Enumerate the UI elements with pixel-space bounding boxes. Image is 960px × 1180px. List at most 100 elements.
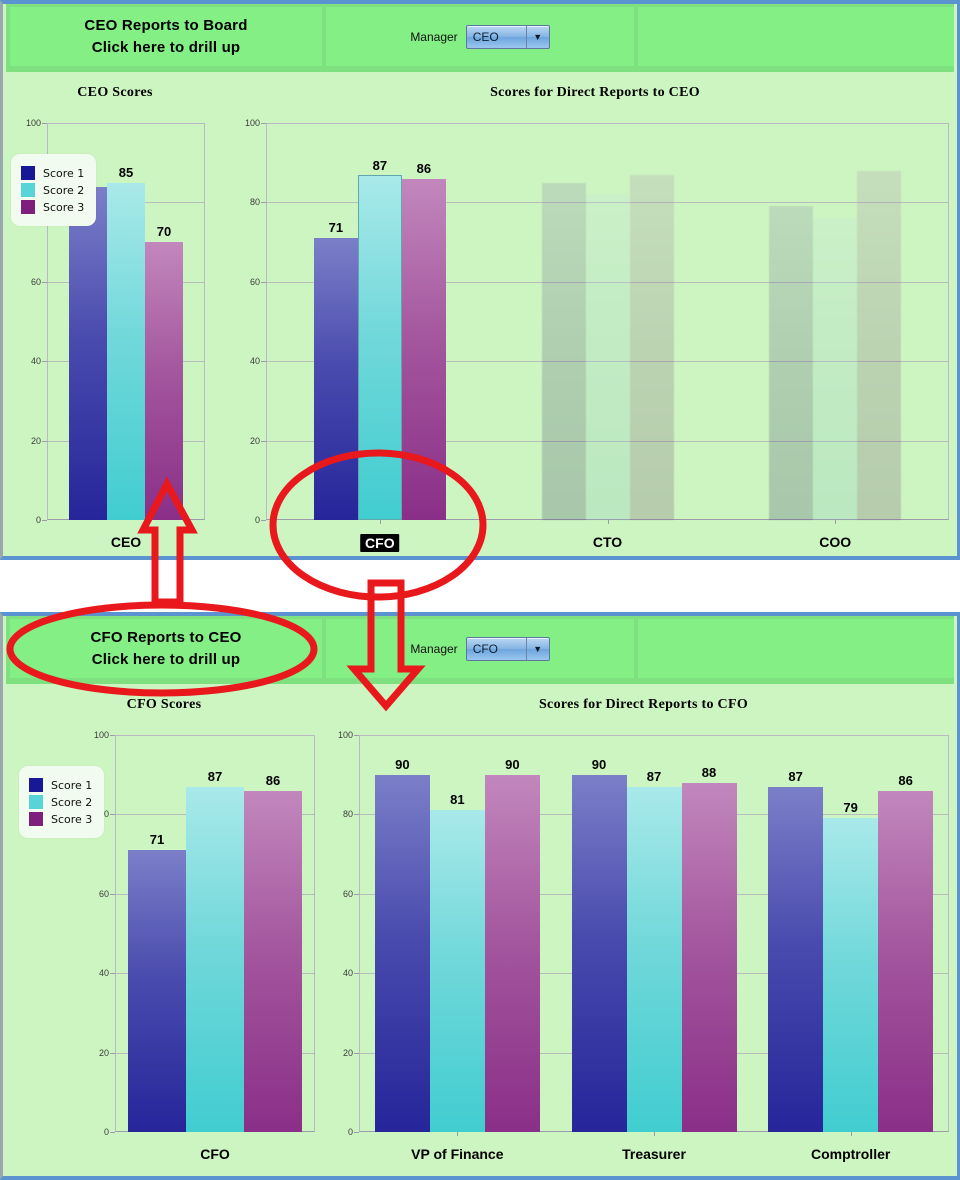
x-axis-label-treasurer[interactable]: Treasurer: [622, 1146, 686, 1162]
y-axis-tick-label: 0: [254, 515, 260, 525]
chevron-down-icon[interactable]: ▼: [525, 637, 549, 660]
y-axis-tick-label: 0: [347, 1127, 353, 1137]
y-axis-tick-label: 100: [244, 118, 260, 128]
y-axis-tick-label: 60: [98, 888, 109, 899]
x-axis-tick: [835, 520, 837, 524]
drill-up-ceo-button[interactable]: CEO Reports to Board Click here to drill…: [10, 7, 322, 66]
y-axis-tick-label: 40: [342, 968, 353, 979]
legend-item-label: Score 2: [51, 795, 93, 809]
panel-direct-reports-cfo: Scores for Direct Reports to CFO 0 20 40 60…: [331, 690, 956, 1176]
bar-ceo-score-2[interactable]: 85: [107, 165, 145, 520]
y-axis-tick-mark: [354, 1132, 359, 1133]
header-spacer-ceo: [638, 7, 954, 66]
legend-item-label: Score 2: [43, 183, 85, 197]
y-axis-tick-mark: [261, 281, 266, 283]
manager-filter-ceo: Manager CEO ▼: [326, 7, 634, 66]
y-axis-tick-mark: [354, 735, 359, 736]
manager-select-cfo[interactable]: CFO ▼: [465, 636, 550, 661]
legend-item-3: Score 3: [21, 200, 84, 214]
bar-treasurer-score-1[interactable]: 90: [571, 757, 627, 1132]
y-axis-tick-label: 40: [98, 968, 109, 979]
bar-coo-score-1[interactable]: [769, 206, 814, 520]
x-axis-label-cfo[interactable]: CFO: [200, 1146, 230, 1162]
y-axis-tick-label: 20: [30, 435, 41, 446]
y-axis-tick-label: 100: [93, 730, 109, 740]
chart-cfo-scores: 020406080100718786CFO: [94, 730, 315, 1162]
x-axis-tick: [457, 1132, 459, 1136]
bar-value-label: 79: [843, 800, 858, 816]
panel-direct-reports-ceo: Scores for Direct Reports to CEO 0 20 40 60…: [234, 78, 956, 556]
y-axis-tick-label: 60: [249, 276, 260, 287]
x-axis-label-ceo[interactable]: CEO: [111, 534, 141, 550]
bar-cfo-score-2[interactable]: 87: [186, 769, 244, 1132]
bar-vp-of-finance-score-1[interactable]: 90: [374, 757, 430, 1132]
bar-cfo-score-2[interactable]: 87: [357, 158, 402, 520]
y-axis-tick-label: 20: [342, 1047, 353, 1058]
y-axis-tick-label: 20: [98, 1047, 109, 1058]
y-axis-tick-label: 0: [103, 1127, 109, 1137]
bar-comptroller-score-1[interactable]: 87: [768, 769, 824, 1132]
panel-direct-reports-cfo-title: Scores for Direct Reports to CFO: [538, 697, 749, 712]
chevron-down-icon[interactable]: ▼: [525, 25, 549, 48]
bar-cto-score-3[interactable]: [629, 174, 674, 520]
manager-label-ceo: Manager: [410, 29, 458, 44]
x-axis-tick: [654, 1132, 655, 1136]
bar-vp-of-finance-score-2[interactable]: 81: [429, 792, 485, 1132]
bar-vp-of-finance-score-3[interactable]: 90: [484, 757, 540, 1132]
y-axis-tick-mark: [354, 893, 359, 895]
bar-treasurer-score-3[interactable]: 88: [681, 765, 737, 1132]
drill-up-cfo-button[interactable]: CFO Reports to CEO Click here to drill u…: [10, 619, 322, 678]
y-axis-tick-label: 80: [249, 197, 260, 208]
bar-cto-score-1[interactable]: [541, 182, 586, 520]
bar-treasurer-score-2[interactable]: 87: [626, 769, 682, 1132]
bar-coo-score-3[interactable]: [857, 170, 902, 520]
legend-cfo-scores: Score 1 Score 2 Score 3: [19, 766, 105, 838]
bar-value-label: 86: [898, 772, 913, 788]
bar-cfo-score-1[interactable]: 71: [313, 220, 358, 520]
y-axis-tick-mark: [110, 814, 115, 816]
bar-value-label: 85: [118, 164, 134, 180]
manager-select-ceo[interactable]: CEO ▼: [465, 24, 550, 49]
y-axis-tick-mark: [354, 814, 359, 816]
y-axis-tick-mark: [354, 1052, 359, 1054]
drill-up-ceo-title: CEO Reports to Board Click here to drill…: [84, 15, 247, 59]
bar-cfo-score-3[interactable]: 86: [244, 773, 302, 1132]
bar-cto-score-2[interactable]: [585, 194, 630, 520]
y-axis-tick-label: 100: [25, 118, 41, 128]
x-axis-label-vp-of-finance[interactable]: VP of Finance: [411, 1146, 503, 1162]
y-axis-tick-label: 20: [249, 435, 260, 446]
y-axis-tick-mark: [261, 202, 266, 204]
y-axis-tick-mark: [42, 361, 47, 363]
drill-up-cfo-line2: Click here to drill up: [91, 650, 241, 668]
y-axis-tick-mark: [261, 440, 266, 442]
y-axis-tick-mark: [110, 893, 115, 895]
bar-coo-score-2[interactable]: [813, 218, 858, 520]
x-axis-tick: [850, 1132, 852, 1136]
bar-ceo-score-1[interactable]: 84: [69, 169, 107, 520]
manager-select-cfo-value: CFO: [472, 641, 499, 656]
x-axis-label-cto[interactable]: CTO: [593, 534, 622, 550]
bar-value-label: 70: [156, 224, 172, 240]
x-axis-label-coo[interactable]: COO: [819, 534, 851, 550]
x-axis-label-comptroller[interactable]: Comptroller: [811, 1146, 890, 1162]
bar-cfo-score-3[interactable]: 86: [401, 161, 446, 520]
y-axis-tick-label: 40: [30, 356, 41, 367]
bar-value-label: 87: [372, 157, 388, 173]
bar-comptroller-score-2[interactable]: 79: [823, 800, 879, 1132]
bar-comptroller-score-3[interactable]: 86: [878, 773, 934, 1132]
legend-item-label: Score 1: [43, 166, 85, 180]
x-axis-label-cfo[interactable]: CFO: [360, 534, 400, 552]
bar-cfo-score-1[interactable]: 71: [128, 832, 186, 1132]
bar-ceo-score-3[interactable]: 70: [145, 224, 183, 520]
bar-value-label: 81: [450, 792, 465, 808]
bar-value-label: 71: [328, 220, 344, 236]
drill-up-ceo-line1: CEO Reports to Board: [84, 16, 248, 34]
header-row-cfo: CFO Reports to CEO Click here to drill u…: [6, 616, 954, 684]
y-axis-tick-label: 60: [342, 888, 353, 899]
bar-value-label: 86: [265, 772, 281, 788]
legend-swatch-icon: [21, 183, 35, 197]
bar-value-label: 90: [591, 756, 607, 772]
panel-cfo-scores: CFO Scores 020406080100718786CFO Score 1…: [9, 690, 319, 1176]
y-axis-tick-mark: [110, 1132, 115, 1133]
legend-item-1: Score 1: [21, 166, 84, 180]
